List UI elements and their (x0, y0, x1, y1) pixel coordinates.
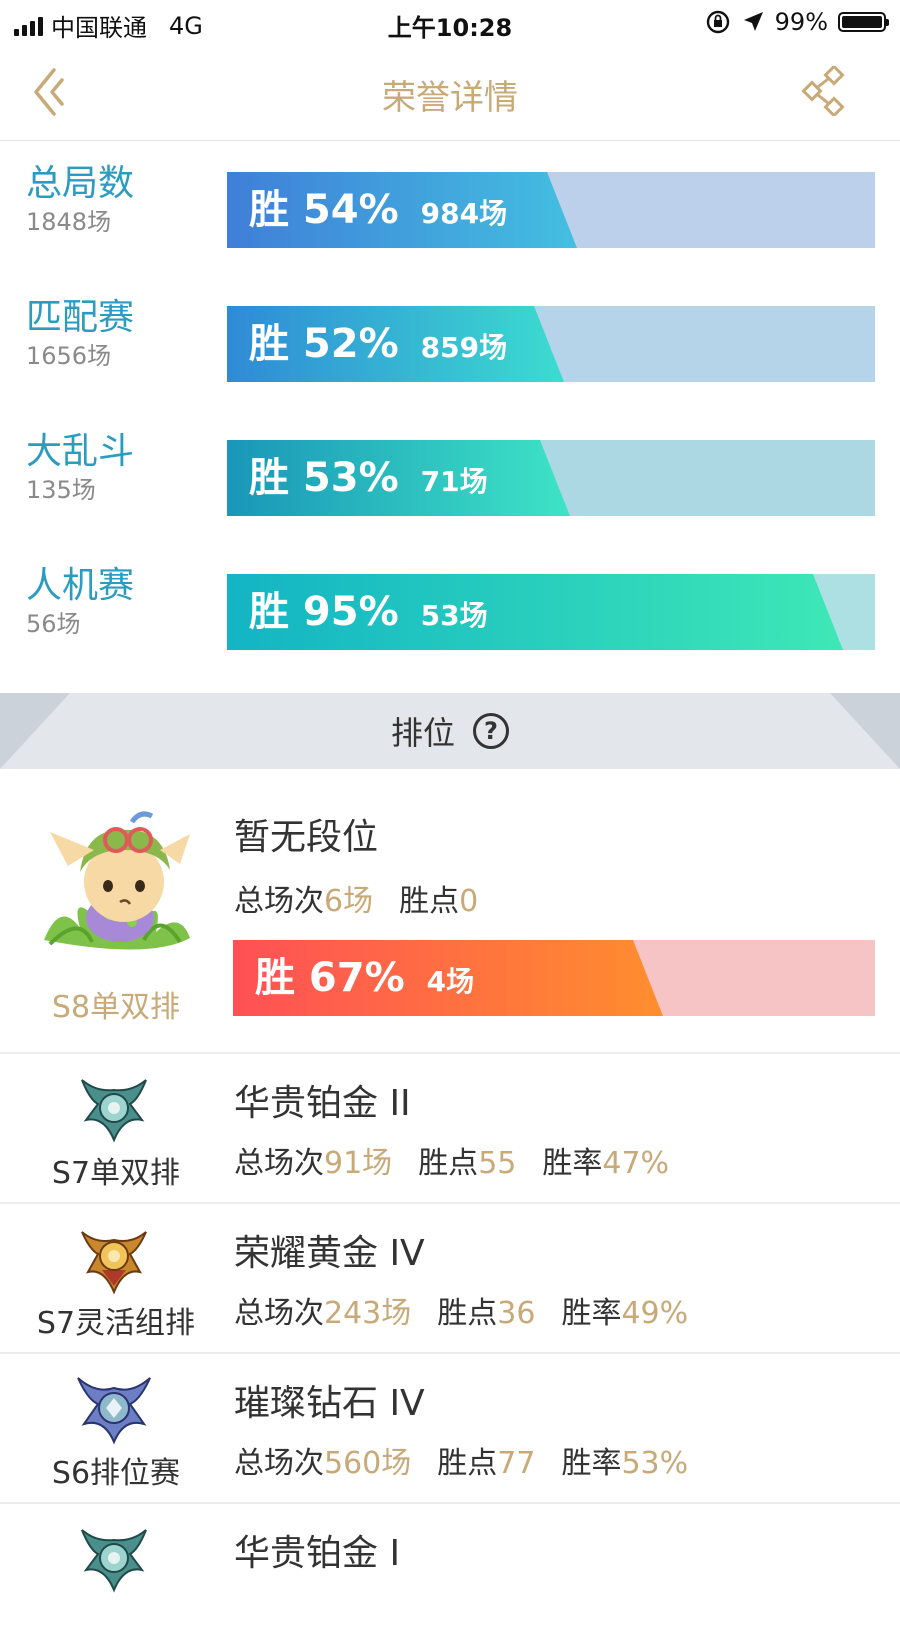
battery-icon (838, 12, 889, 32)
league-points-value: 55 (478, 1146, 517, 1181)
rank-tier: 荣耀黄金 IV (234, 1233, 425, 1274)
mode-total-games: 135场 (26, 476, 96, 504)
win-count: 984场 (420, 197, 508, 230)
mode-row-match: 匹配赛 1656场 胜 52% 859场 (0, 288, 900, 398)
win-rate-bar: 胜 53% 71场 (227, 440, 875, 516)
mode-row-aram: 大乱斗 135场 胜 53% 71场 (0, 422, 900, 532)
teemo-mascot-icon (44, 811, 190, 950)
mode-total-games: 1848场 (26, 208, 112, 236)
win-rate-value: 53% (621, 1446, 689, 1481)
status-bar: 中国联通 4G 上午10:28 99% (0, 0, 900, 44)
season-stats: 总场次91场 胜点55 胜率47% (234, 1138, 669, 1182)
rank-tier: 华贵铂金 I (234, 1533, 401, 1574)
league-points-value: 36 (497, 1296, 536, 1331)
league-points-value: 77 (497, 1446, 536, 1481)
win-rate-value: 49% (621, 1296, 689, 1331)
win-count: 53场 (420, 599, 488, 632)
win-rate-percent: 胜 53% (249, 455, 399, 501)
win-rate-bar: 胜 95% 53场 (227, 574, 875, 650)
history-row[interactable]: S7灵活组排 荣耀黄金 IV 总场次243场 胜点36 胜率49% (0, 1204, 900, 1354)
win-rate-percent: 胜 54% (249, 187, 399, 233)
mode-name: 总局数 (26, 163, 135, 204)
total-games-value: 560场 (324, 1446, 412, 1481)
win-rate-bar: 胜 54% 984场 (227, 172, 875, 248)
mode-row-total: 总局数 1848场 胜 54% 984场 (0, 154, 900, 264)
win-rate-label: 胜率 (561, 1296, 622, 1331)
total-games-value: 6场 (324, 884, 374, 919)
win-rate-percent: 胜 52% (249, 321, 399, 367)
season-label: S6排位赛 (51, 1456, 181, 1491)
total-games-value: 91场 (324, 1146, 393, 1181)
win-count: 71场 (420, 465, 488, 498)
season-stats: 总场次560场 胜点77 胜率53% (234, 1438, 688, 1482)
mode-name: 大乱斗 (26, 431, 135, 472)
rank-tier: 暂无段位 (234, 817, 379, 858)
league-points-label: 胜点 (399, 884, 460, 919)
win-rate-percent: 胜 95% (249, 589, 399, 635)
rank-tier: 璀璨钻石 IV (234, 1383, 425, 1424)
ranking-header-label: 排位 (390, 714, 455, 752)
league-points-value: 0 (459, 884, 479, 919)
total-games-label: 总场次 (234, 884, 324, 919)
location-arrow-icon (743, 12, 763, 31)
league-points-label: 胜点 (437, 1296, 498, 1331)
win-count: 859场 (420, 331, 508, 364)
page-title: 荣誉详情 (382, 78, 518, 118)
orientation-lock-icon (706, 10, 729, 34)
current-season-card[interactable]: S8单双排 暂无段位 总场次6场 胜点0 胜 67% 4场 (0, 770, 900, 1054)
history-row[interactable]: S7单双排 华贵铂金 II 总场次91场 胜点55 胜率47% (0, 1054, 900, 1204)
win-rate-value: 47% (602, 1146, 670, 1181)
total-games-label: 总场次 (234, 1296, 324, 1331)
win-rate-bar: 胜 52% 859场 (227, 306, 875, 382)
season-win-rate-bar: 胜 67% 4场 (233, 940, 875, 1016)
season-stats: 总场次243场 胜点36 胜率49% (234, 1288, 688, 1332)
season-label: S8单双排 (51, 990, 181, 1025)
win-rate-label: 胜率 (542, 1146, 603, 1181)
season-label: S7单双排 (51, 1156, 181, 1191)
mode-name: 匹配赛 (26, 297, 135, 338)
mode-row-bot: 人机赛 56场 胜 95% 53场 (0, 556, 900, 666)
win-rate-percent: 胜 67% (255, 955, 405, 1001)
mode-name: 人机赛 (26, 565, 135, 606)
ranking-section-header: 排位 ? (0, 693, 900, 769)
mode-total-games: 56场 (26, 610, 81, 638)
win-rate-label: 胜率 (561, 1446, 622, 1481)
platinum-medal-icon (81, 1529, 147, 1593)
league-points-label: 胜点 (437, 1446, 498, 1481)
season-label: S7灵活组排 (36, 1306, 196, 1341)
platinum-medal-icon (81, 1079, 147, 1143)
total-games-label: 总场次 (234, 1146, 324, 1181)
mode-total-games: 1656场 (26, 342, 112, 370)
diamond-medal-icon (77, 1377, 151, 1445)
status-right: 99% (705, 8, 889, 36)
question-circle-icon[interactable]: ? (473, 713, 509, 749)
history-row[interactable]: S6排位赛 璀璨钻石 IV 总场次560场 胜点77 胜率53% (0, 1354, 900, 1504)
season-stats: 总场次6场 胜点0 (234, 876, 478, 920)
total-games-label: 总场次 (234, 1446, 324, 1481)
nav-bar: 荣誉详情 (0, 44, 900, 141)
total-games-value: 243场 (324, 1296, 412, 1331)
win-count: 4场 (426, 965, 475, 998)
battery-percent: 99% (774, 8, 828, 36)
gold-medal-icon (81, 1231, 147, 1295)
league-points-label: 胜点 (418, 1146, 479, 1181)
history-row[interactable]: 华贵铂金 I (0, 1504, 900, 1652)
rank-tier: 华贵铂金 II (234, 1083, 411, 1124)
share-icon[interactable] (800, 66, 850, 116)
